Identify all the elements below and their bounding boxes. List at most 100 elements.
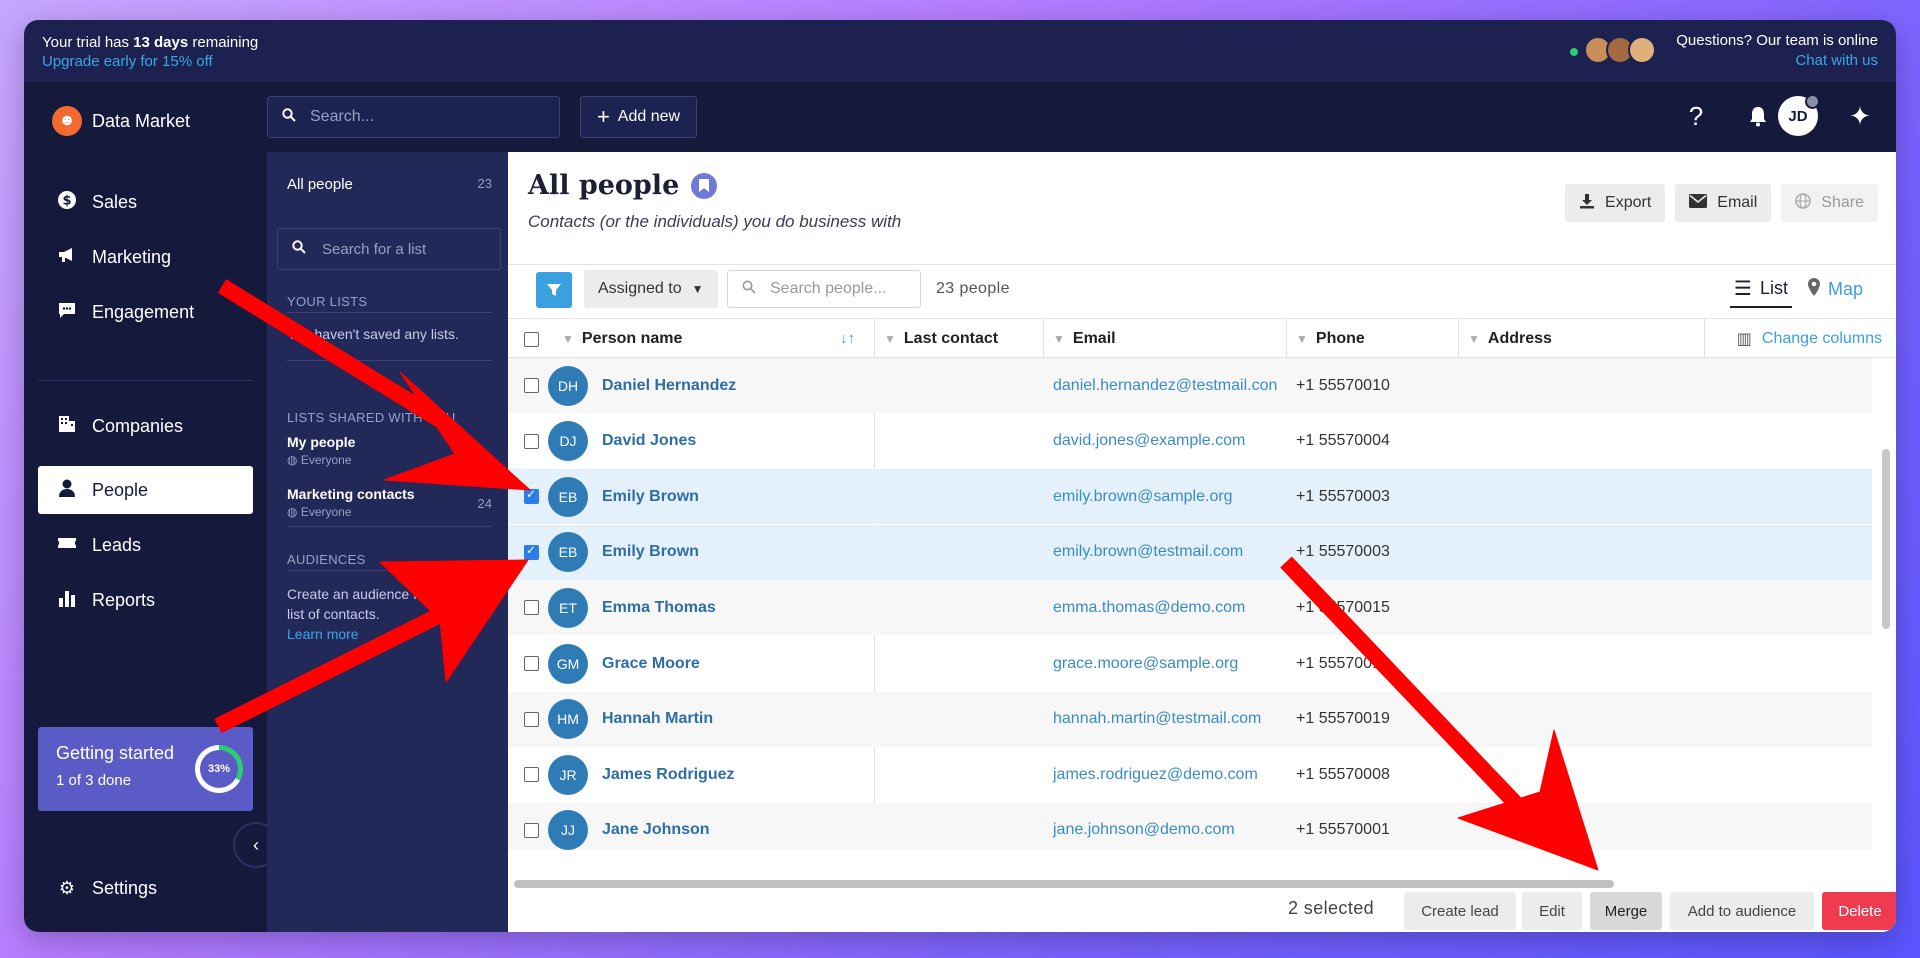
column-header-person-name[interactable]: ▼ Person name — [562, 319, 682, 359]
column-header-address[interactable]: ▼ Address — [1468, 319, 1552, 359]
section-divider — [287, 312, 492, 313]
sidebar-item-label: People — [92, 479, 149, 500]
change-columns-button[interactable]: ▥ Change columns — [1737, 319, 1882, 359]
row-checkbox[interactable] — [524, 692, 539, 747]
add-to-audience-button[interactable]: Add to audience — [1670, 892, 1814, 930]
people-search-input[interactable]: Search people... — [727, 270, 921, 308]
row-checkbox[interactable] — [524, 636, 539, 691]
email-link[interactable]: daniel.hernandez@testmail.con — [1053, 358, 1277, 413]
column-separator — [874, 319, 875, 359]
help-icon[interactable]: ? — [1676, 96, 1716, 136]
list-icon: ☰ — [1734, 277, 1752, 300]
list-search-placeholder: Search for a list — [322, 240, 427, 258]
table-row[interactable]: EB Emily Brown emily.brown@testmail.com +1 … — [508, 524, 1872, 580]
sidebar-item-leads[interactable]: Leads — [38, 521, 253, 569]
table-row[interactable]: JR James Rodriguez james.rodriguez@demo.co… — [508, 747, 1872, 802]
email-link[interactable]: emily.brown@sample.org — [1053, 469, 1233, 524]
filter-button[interactable] — [536, 272, 572, 308]
table-row[interactable]: EB Emily Brown emily.brown@sample.org +1 55… — [508, 469, 1872, 525]
sidebar-item-settings[interactable]: ⚙ Settings — [38, 864, 253, 912]
column-header-phone[interactable]: ▼ Phone — [1296, 319, 1365, 359]
person-name-link[interactable]: David Jones — [602, 432, 696, 450]
person-name-link[interactable]: James Rodriguez — [602, 766, 734, 784]
email-link[interactable]: grace.moore@sample.org — [1053, 636, 1238, 691]
email-link[interactable]: james.rodriguez@demo.com — [1053, 747, 1258, 802]
vertical-scrollbar[interactable] — [1882, 449, 1890, 629]
list-item-my-people[interactable]: My people ◍ Everyone — [287, 434, 492, 467]
sidebar-divider — [38, 380, 253, 381]
person-name-link[interactable]: Emily Brown — [602, 488, 699, 506]
table-row[interactable]: DJ David Jones david.jones@example.com +1 5… — [508, 414, 1872, 469]
person-name-link[interactable]: Hannah Martin — [602, 710, 713, 728]
sidebar-item-reports[interactable]: Reports — [38, 576, 253, 624]
table-row[interactable]: JJ Jane Johnson jane.johnson@demo.com +1 55… — [508, 802, 1872, 850]
column-header-last-contact[interactable]: ▼ Last contact — [884, 319, 998, 359]
bookmark-icon[interactable] — [691, 172, 718, 199]
list-search-input[interactable]: Search for a list — [277, 228, 501, 270]
email-button[interactable]: Email — [1675, 184, 1772, 222]
assigned-to-dropdown[interactable]: Assigned to ▼ — [584, 270, 718, 308]
sidebar-item-label: Reports — [92, 589, 156, 610]
select-all-checkbox[interactable] — [524, 319, 539, 359]
audiences-learn-more-link[interactable]: Learn more — [287, 626, 359, 642]
sort-ascending-icon[interactable]: ↓↑ — [840, 330, 855, 347]
sidebar-item-marketing[interactable]: Marketing — [38, 233, 253, 281]
list-view-tab[interactable]: ☰ List — [1730, 270, 1792, 308]
person-name-link[interactable]: Emily Brown — [602, 543, 699, 561]
sidebar-item-sales[interactable]: $ Sales — [38, 178, 253, 226]
person-name-link[interactable]: Daniel Hernandez — [602, 377, 736, 395]
row-checkbox[interactable] — [524, 358, 539, 413]
row-checkbox[interactable] — [524, 747, 539, 802]
global-search-placeholder: Search... — [310, 108, 375, 125]
horizontal-scrollbar[interactable] — [514, 880, 1614, 888]
email-link[interactable]: emily.brown@testmail.com — [1053, 525, 1243, 580]
map-view-tab[interactable]: Map — [1808, 270, 1863, 308]
shared-lists-heading: LISTS SHARED WITH YOU — [287, 410, 456, 425]
table-row[interactable]: DH Daniel Hernandez daniel.hernandez@testm… — [508, 358, 1872, 413]
list-item-scope: ◍ Everyone — [287, 453, 352, 467]
sidebar-item-companies[interactable]: Companies — [38, 402, 253, 450]
row-checkbox[interactable] — [524, 525, 539, 580]
email-link[interactable]: emma.thomas@demo.com — [1053, 580, 1245, 635]
person-avatar: EB — [548, 476, 588, 517]
list-all-people[interactable]: All people 23 — [287, 176, 492, 193]
notification-bell-icon[interactable] — [1738, 96, 1778, 136]
table-row[interactable]: HM Hannah Martin hannah.martin@testmail.co… — [508, 691, 1872, 747]
sidebar-item-engagement[interactable]: Engagement — [38, 288, 253, 336]
person-cell: HM Hannah Martin — [548, 692, 713, 747]
row-checkbox[interactable] — [524, 580, 539, 635]
brand-logo[interactable]: ☻ Data Market — [52, 106, 190, 136]
row-checkbox[interactable] — [524, 469, 539, 524]
column-separator — [1286, 319, 1287, 359]
sidebar-item-label: Companies — [92, 415, 184, 436]
upgrade-link[interactable]: Upgrade early for 15% off — [42, 53, 258, 70]
create-lead-button[interactable]: Create lead — [1404, 892, 1516, 930]
user-avatar[interactable]: JD — [1778, 94, 1820, 136]
email-link[interactable]: hannah.martin@testmail.com — [1053, 692, 1261, 747]
phone-value: +1 55570010 — [1296, 376, 1390, 394]
edit-button[interactable]: Edit — [1522, 892, 1582, 930]
add-new-button[interactable]: + Add new — [580, 96, 697, 138]
table-row[interactable]: ET Emma Thomas emma.thomas@demo.com +1 5557… — [508, 580, 1872, 636]
person-name-link[interactable]: Jane Johnson — [602, 821, 710, 839]
building-icon — [56, 414, 78, 439]
merge-button[interactable]: Merge — [1590, 892, 1662, 930]
getting-started-card[interactable]: Getting started 1 of 3 done 33% — [38, 727, 253, 811]
list-item-marketing-contacts[interactable]: Marketing contacts ◍ Everyone 24 — [287, 486, 492, 519]
person-name-link[interactable]: Grace Moore — [602, 655, 700, 673]
person-avatar: EB — [548, 532, 588, 573]
chat-link[interactable]: Chat with us — [1676, 52, 1878, 69]
row-checkbox[interactable] — [524, 803, 539, 850]
person-name-link[interactable]: Emma Thomas — [602, 599, 716, 617]
row-checkbox[interactable] — [524, 414, 539, 469]
sparkle-icon[interactable]: ✦ — [1840, 96, 1880, 136]
share-button[interactable]: Share — [1781, 184, 1878, 222]
delete-button[interactable]: Delete — [1822, 892, 1896, 930]
email-link[interactable]: jane.johnson@demo.com — [1053, 803, 1235, 850]
export-button[interactable]: Export — [1565, 184, 1666, 222]
email-link[interactable]: david.jones@example.com — [1053, 414, 1245, 469]
column-header-email[interactable]: ▼ Email — [1053, 319, 1116, 359]
table-row[interactable]: GM Grace Moore grace.moore@sample.org +1 55… — [508, 636, 1872, 691]
sidebar-item-people[interactable]: People — [38, 466, 253, 514]
global-search-input[interactable]: Search... — [267, 96, 560, 138]
